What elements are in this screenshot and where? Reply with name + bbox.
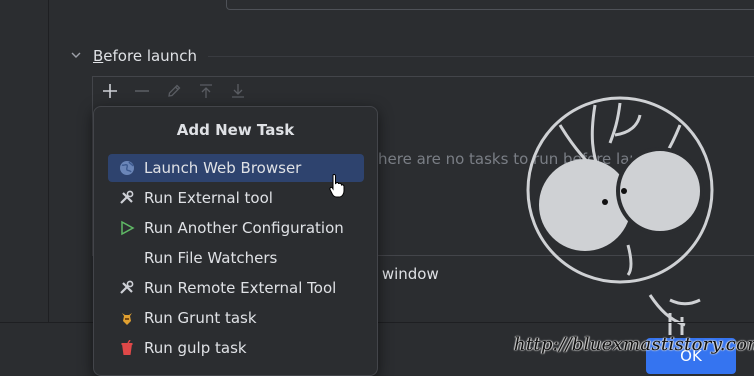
menu-item-run-another-configuration[interactable]: Run Another Configuration (108, 214, 364, 242)
grunt-icon (118, 309, 136, 327)
move-down-icon (232, 84, 244, 98)
gulp-icon (118, 339, 136, 357)
menu-item-launch-web-browser[interactable]: Launch Web Browser (108, 154, 364, 182)
before-launch-header[interactable]: Before launch (70, 46, 197, 66)
section-separator (208, 56, 754, 57)
pencil-icon (168, 84, 181, 97)
move-up-icon (200, 84, 212, 98)
menu-item-run-grunt-task[interactable]: Run Grunt task (108, 304, 364, 332)
add-new-task-popup: Add New Task Launch Web Browser Run Exte… (93, 106, 378, 376)
move-down-button[interactable] (224, 80, 252, 102)
menu-item-run-external-tool[interactable]: Run External tool (108, 184, 364, 212)
tools-icon (118, 279, 136, 297)
menu-item-run-file-watchers[interactable]: Run File Watchers (108, 244, 364, 272)
add-icon (103, 84, 117, 98)
run-icon (118, 219, 136, 237)
hand-cursor-icon (329, 174, 345, 198)
tools-icon (118, 189, 136, 207)
minus-icon (135, 90, 149, 92)
section-title: Before launch (93, 47, 197, 65)
watermark-text: http://bluexmastistory.com/ (514, 334, 754, 355)
menu-item-run-remote-external-tool[interactable]: Run Remote External Tool (108, 274, 364, 302)
edit-button[interactable] (160, 80, 188, 102)
task-toolbar (96, 80, 252, 102)
add-button[interactable] (96, 80, 124, 102)
option-label-window: | window (372, 265, 439, 283)
menu-item-run-gulp-task[interactable]: Run gulp task (108, 334, 364, 362)
left-divider (48, 0, 49, 322)
globe-icon (118, 159, 136, 177)
chevron-down-icon[interactable] (70, 49, 84, 64)
popup-title: Add New Task (176, 121, 295, 139)
watermark-logo (526, 96, 714, 335)
remove-button[interactable] (128, 80, 156, 102)
move-up-button[interactable] (192, 80, 220, 102)
top-field-border (226, 0, 754, 10)
